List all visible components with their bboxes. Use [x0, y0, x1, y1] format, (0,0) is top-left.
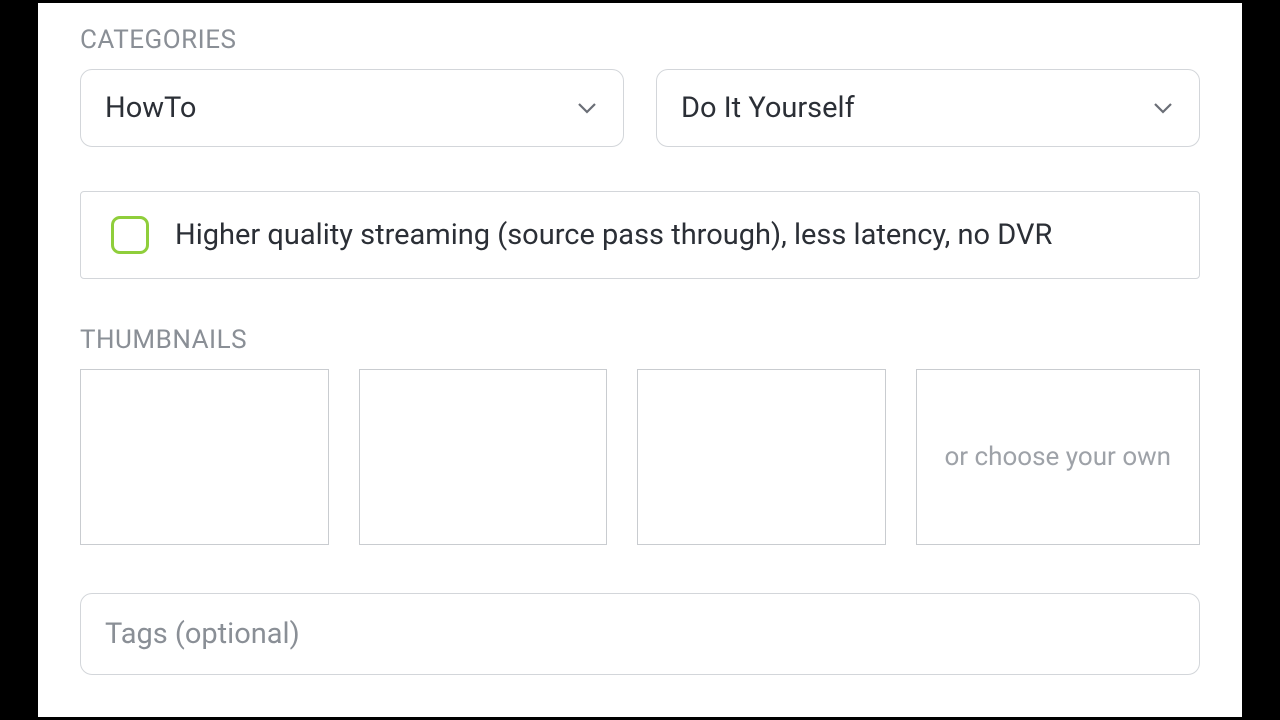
thumbnail-choose-text: or choose your own — [944, 439, 1171, 475]
streaming-quality-label: Higher quality streaming (source pass th… — [175, 217, 1169, 253]
category-secondary-value: Do It Yourself — [681, 91, 855, 125]
letterbox-right — [1242, 0, 1280, 720]
thumbnails-label: THUMBNAILS — [80, 325, 1200, 355]
thumbnail-slot-3[interactable] — [637, 369, 886, 545]
category-primary-select[interactable]: HowTo — [80, 69, 624, 147]
thumbnail-slot-2[interactable] — [359, 369, 608, 545]
thumbnails-row: or choose your own — [80, 369, 1200, 545]
thumbnail-slot-1[interactable] — [80, 369, 329, 545]
streaming-option-box: Higher quality streaming (source pass th… — [80, 191, 1200, 279]
categories-row: HowTo Do It Yourself — [80, 69, 1200, 147]
category-primary-value: HowTo — [105, 91, 196, 125]
letterbox-left — [0, 0, 38, 720]
chevron-down-icon — [577, 98, 597, 118]
streaming-quality-checkbox[interactable] — [111, 216, 149, 254]
thumbnail-choose-own[interactable]: or choose your own — [916, 369, 1201, 545]
form-content: CATEGORIES HowTo Do It Yourself Higher q… — [38, 3, 1242, 717]
categories-label: CATEGORIES — [80, 25, 1200, 55]
chevron-down-icon — [1153, 98, 1173, 118]
category-secondary-select[interactable]: Do It Yourself — [656, 69, 1200, 147]
tags-input[interactable] — [80, 593, 1200, 675]
